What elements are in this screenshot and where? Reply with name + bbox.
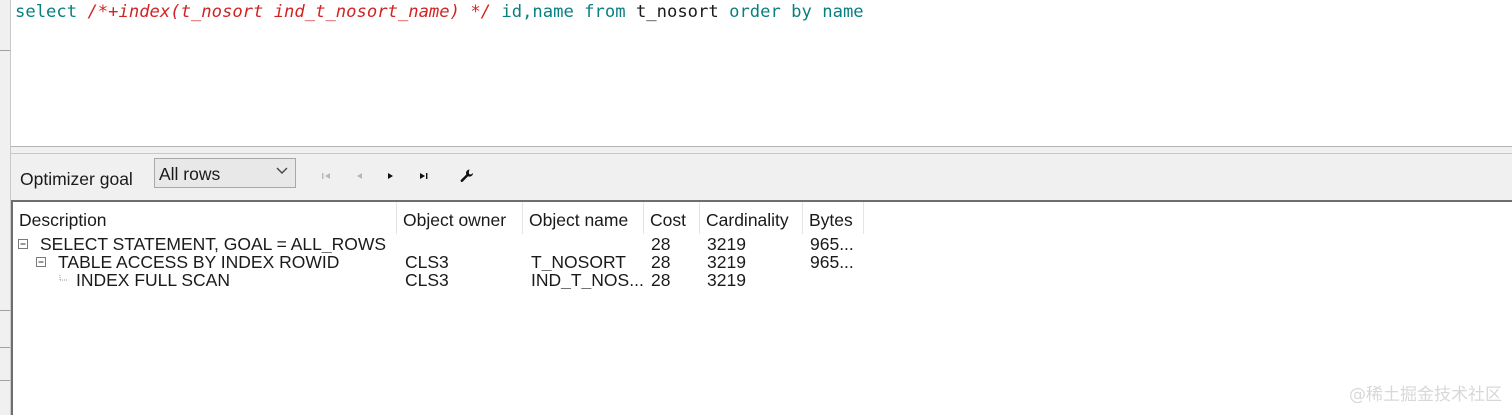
tree-collapse-icon[interactable]	[18, 239, 28, 249]
sql-order-column: name	[822, 2, 864, 22]
plan-object-name: T_NOSORT	[531, 253, 626, 271]
column-header-bytes[interactable]: Bytes	[803, 202, 864, 234]
chevron-down-icon	[276, 167, 288, 174]
plan-object-owner: CLS3	[405, 271, 449, 289]
first-record-icon	[322, 173, 330, 179]
plan-object-name: IND_T_NOS...	[531, 271, 643, 289]
pane-splitter[interactable]	[11, 147, 1512, 154]
plan-row[interactable]: INDEX FULL SCAN CLS3 IND_T_NOS... 28 321…	[13, 271, 863, 289]
watermark: @稀土掘金技术社区	[1349, 385, 1502, 405]
left-gutter	[0, 0, 11, 415]
column-header-cost[interactable]: Cost	[644, 202, 700, 234]
column-header-object-owner[interactable]: Object owner	[397, 202, 523, 234]
optimizer-goal-value: All rows	[159, 164, 221, 184]
column-header-description[interactable]: Description	[13, 202, 397, 234]
plan-toolbar: Optimizer goal All rows	[11, 154, 1512, 200]
gutter-divider	[0, 380, 10, 381]
sql-table-name: t_nosort	[635, 2, 719, 22]
tree-branch-icon	[59, 275, 68, 281]
sql-columns: id,name	[501, 2, 574, 22]
plan-description: TABLE ACCESS BY INDEX ROWID	[58, 253, 340, 271]
next-record-button[interactable]	[381, 166, 401, 186]
plan-description: SELECT STATEMENT, GOAL = ALL_ROWS	[40, 235, 387, 253]
optimizer-goal-select[interactable]: All rows	[154, 158, 296, 188]
column-header-cardinality[interactable]: Cardinality	[700, 202, 803, 234]
sql-editor[interactable]: select /*+index(t_nosort ind_t_nosort_na…	[11, 0, 1512, 147]
plan-object-owner	[405, 235, 523, 253]
column-header-object-name[interactable]: Object name	[523, 202, 644, 234]
plan-row[interactable]: SELECT STATEMENT, GOAL = ALL_ROWS 28 321…	[13, 235, 863, 253]
wrench-icon	[460, 169, 474, 183]
plan-bytes: 965...	[810, 235, 854, 253]
gutter-divider	[0, 50, 10, 51]
last-record-icon	[420, 173, 428, 179]
gutter-divider	[0, 310, 10, 311]
plan-bytes: 965...	[810, 253, 854, 271]
plan-cost: 28	[651, 253, 671, 271]
plan-cardinality: 3219	[707, 253, 746, 271]
gutter-divider	[0, 347, 10, 348]
tree-collapse-icon[interactable]	[36, 257, 46, 267]
sql-line: select /*+index(t_nosort ind_t_nosort_na…	[15, 1, 864, 23]
plan-cardinality: 3219	[707, 235, 746, 253]
plan-cost: 28	[651, 271, 671, 289]
first-record-button[interactable]	[316, 166, 336, 186]
prior-record-button[interactable]	[349, 166, 369, 186]
sql-keyword-select: select	[15, 2, 78, 22]
preferences-button[interactable]	[457, 166, 477, 186]
plan-description: INDEX FULL SCAN	[76, 271, 230, 289]
last-record-button[interactable]	[414, 166, 434, 186]
plan-cardinality: 3219	[707, 271, 746, 289]
optimizer-goal-label: Optimizer goal	[20, 169, 133, 189]
sql-keyword-order-by: order by	[729, 2, 812, 22]
plan-object-name	[531, 235, 643, 253]
plan-cost: 28	[651, 235, 671, 253]
sql-keyword-from: from	[584, 2, 626, 22]
execution-plan-grid: Description Object owner Object name Cos…	[11, 200, 1512, 415]
next-record-icon	[388, 173, 393, 179]
prior-record-icon	[357, 173, 362, 179]
plan-object-owner: CLS3	[405, 253, 449, 271]
sql-optimizer-hint: /*+index(t_nosort ind_t_nosort_name) */	[87, 2, 492, 22]
plan-row[interactable]: TABLE ACCESS BY INDEX ROWID CLS3 T_NOSOR…	[13, 253, 863, 271]
plan-bytes	[810, 271, 862, 289]
